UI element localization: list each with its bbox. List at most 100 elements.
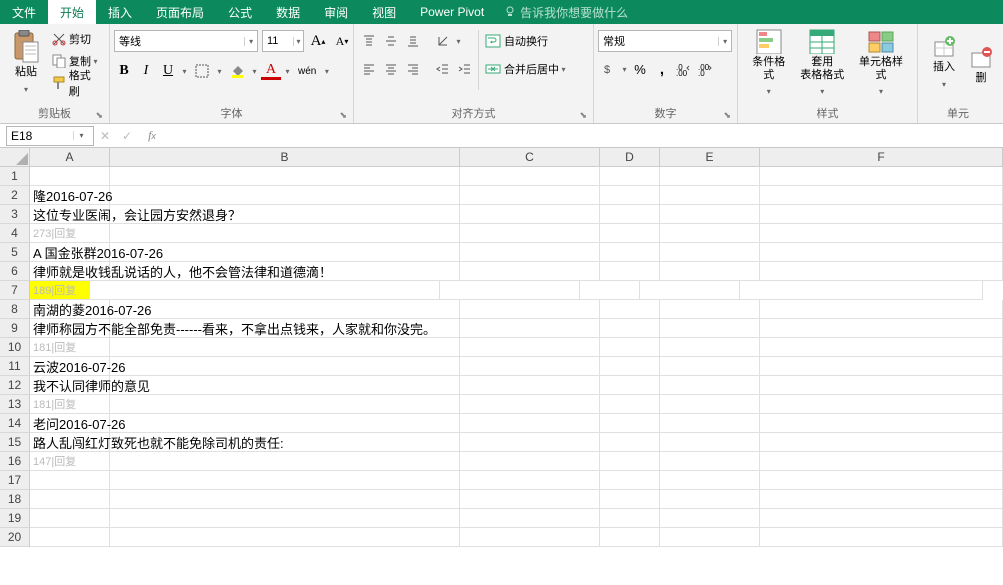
wrap-text-button[interactable]: 自动换行 — [481, 30, 572, 52]
align-middle-button[interactable] — [380, 30, 402, 52]
cell[interactable] — [90, 281, 440, 300]
row-header[interactable]: 8 — [0, 300, 30, 319]
font-size-combo[interactable]: ▾ — [262, 30, 304, 52]
tab-start[interactable]: 开始 — [48, 0, 96, 24]
cell[interactable] — [600, 262, 660, 281]
cell[interactable] — [460, 338, 600, 357]
cell[interactable] — [760, 376, 1003, 395]
cell[interactable] — [30, 471, 110, 490]
cell[interactable] — [760, 243, 1003, 262]
increase-font-button[interactable]: A▴ — [308, 30, 328, 52]
cell[interactable] — [660, 452, 760, 471]
cell[interactable] — [660, 167, 760, 186]
row-header[interactable]: 7 — [0, 281, 30, 300]
cell[interactable] — [460, 433, 600, 452]
cell[interactable] — [760, 414, 1003, 433]
paste-dropdown[interactable] — [22, 79, 31, 101]
cell[interactable] — [660, 395, 760, 414]
fx-icon[interactable]: fx — [138, 128, 166, 143]
cell[interactable] — [660, 471, 760, 490]
cell[interactable] — [110, 490, 460, 509]
col-header-D[interactable]: D — [600, 148, 660, 167]
row-header[interactable]: 5 — [0, 243, 30, 262]
cell[interactable]: A 国金张群2016-07-26 — [30, 243, 110, 262]
cell[interactable] — [460, 376, 600, 395]
cell[interactable] — [760, 338, 1003, 357]
cell[interactable] — [460, 243, 600, 262]
cell[interactable] — [30, 167, 110, 186]
cell[interactable] — [660, 186, 760, 205]
row-header[interactable]: 19 — [0, 509, 30, 528]
cell[interactable] — [110, 414, 460, 433]
row-header[interactable]: 15 — [0, 433, 30, 452]
cell[interactable] — [760, 433, 1003, 452]
decrease-font-button[interactable]: A▾ — [332, 30, 352, 52]
tab-powerpivot[interactable]: Power Pivot — [408, 0, 496, 24]
increase-decimal-button[interactable]: .0.00 — [673, 58, 695, 80]
comma-button[interactable]: , — [651, 58, 673, 80]
orientation-button[interactable] — [432, 30, 454, 52]
enter-formula-button[interactable]: ✓ — [116, 129, 138, 143]
tab-file[interactable]: 文件 — [0, 0, 48, 24]
cell[interactable] — [110, 224, 460, 243]
col-header-C[interactable]: C — [460, 148, 600, 167]
cell[interactable] — [600, 509, 660, 528]
cell[interactable] — [600, 471, 660, 490]
italic-button[interactable]: I — [136, 60, 156, 82]
cell[interactable] — [660, 262, 760, 281]
cell[interactable]: 路人乱闯红灯致死也就不能免除司机的责任: — [30, 433, 110, 452]
cell[interactable] — [460, 300, 600, 319]
cell[interactable] — [600, 414, 660, 433]
format-as-table-button[interactable]: 套用 表格格式 — [796, 26, 850, 104]
cell[interactable] — [460, 471, 600, 490]
cell[interactable] — [580, 281, 640, 300]
cell[interactable] — [760, 319, 1003, 338]
cell-styles-button[interactable]: 单元格样式 — [849, 26, 913, 104]
underline-button[interactable]: U — [158, 60, 178, 82]
tab-formula[interactable]: 公式 — [216, 0, 264, 24]
paste-button[interactable]: 粘贴 — [4, 26, 48, 104]
cell[interactable] — [460, 205, 600, 224]
font-name-combo[interactable]: ▾ — [114, 30, 258, 52]
row-header[interactable]: 3 — [0, 205, 30, 224]
cell[interactable] — [600, 338, 660, 357]
row-header[interactable]: 4 — [0, 224, 30, 243]
cell[interactable]: 隆2016-07-26 — [30, 186, 110, 205]
clipboard-launcher-icon[interactable]: ⬊ — [95, 110, 103, 121]
cell[interactable]: 这位专业医闹，会让园方安然退身？ — [30, 205, 110, 224]
cell[interactable] — [110, 186, 460, 205]
fill-color-button[interactable] — [226, 60, 248, 82]
cell[interactable] — [760, 224, 1003, 243]
cell[interactable] — [440, 281, 580, 300]
align-top-button[interactable] — [358, 30, 380, 52]
cell[interactable] — [110, 452, 460, 471]
cell[interactable] — [600, 243, 660, 262]
cell[interactable]: 189|回复 — [30, 281, 90, 300]
row-header[interactable]: 16 — [0, 452, 30, 471]
cell[interactable]: 律师称园方不能全部免责------看来，不拿出点钱来，人家就和你没完。 — [30, 319, 110, 338]
row-header[interactable]: 1 — [0, 167, 30, 186]
font-launcher-icon[interactable]: ⬊ — [339, 110, 347, 121]
cell[interactable] — [660, 319, 760, 338]
cell[interactable] — [110, 528, 460, 547]
phonetic-button[interactable]: wén — [294, 60, 320, 82]
cell[interactable] — [660, 490, 760, 509]
tab-insert[interactable]: 插入 — [96, 0, 144, 24]
row-header[interactable]: 11 — [0, 357, 30, 376]
row-header[interactable]: 18 — [0, 490, 30, 509]
cell[interactable] — [460, 490, 600, 509]
cell[interactable]: 181|回复 — [30, 338, 110, 357]
cell[interactable] — [110, 509, 460, 528]
cell[interactable] — [460, 509, 600, 528]
cell[interactable] — [600, 395, 660, 414]
delete-cells-button[interactable]: 删 — [966, 26, 996, 104]
cell[interactable] — [110, 338, 460, 357]
cell[interactable] — [460, 414, 600, 433]
cell[interactable] — [760, 262, 1003, 281]
cell[interactable] — [110, 300, 460, 319]
cell[interactable] — [740, 281, 983, 300]
cell[interactable] — [660, 433, 760, 452]
cell[interactable] — [660, 338, 760, 357]
name-box[interactable]: ▾ — [6, 126, 94, 146]
cell[interactable] — [600, 433, 660, 452]
